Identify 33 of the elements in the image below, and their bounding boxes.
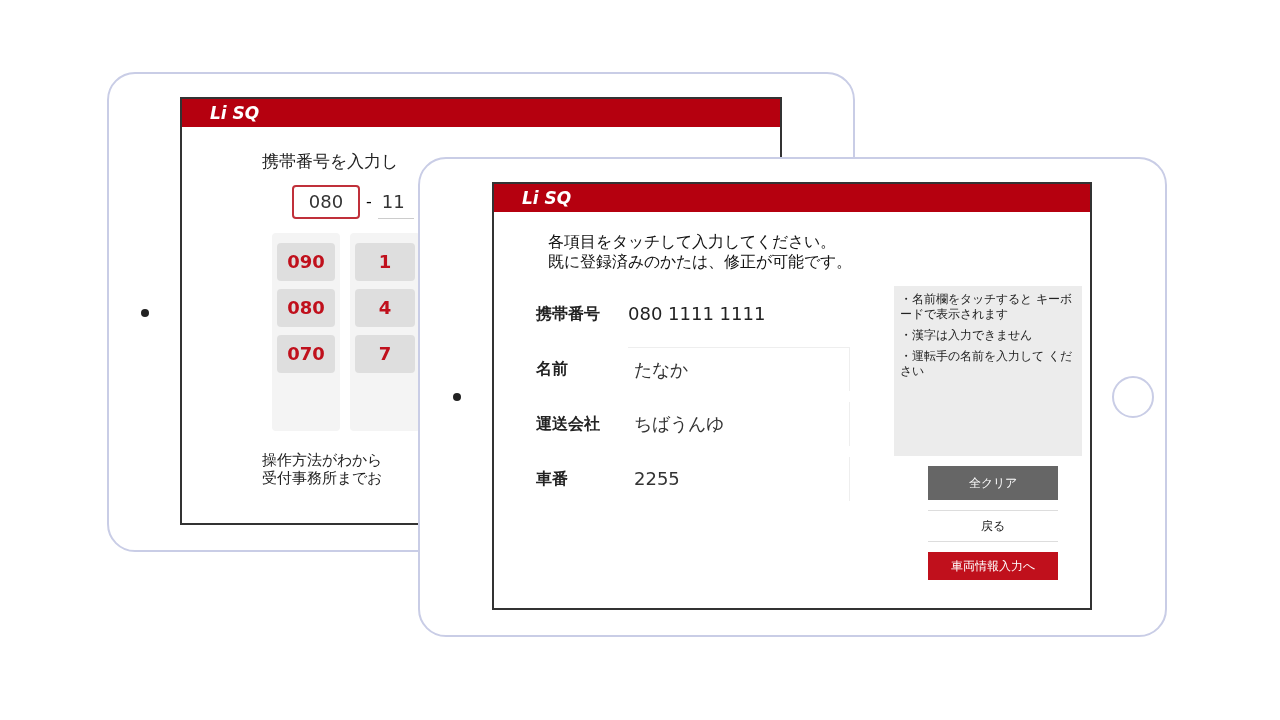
digit-key[interactable]: 4 [355,288,415,327]
separator: - [366,190,372,213]
logo: Li SQ [522,189,572,207]
help-text: 操作方法がわから [262,450,382,469]
input-field[interactable]: 2255 [628,456,850,501]
input-field[interactable]: ちばうんゆ [628,401,850,446]
help-text: 受付事務所までお [262,468,382,487]
prompt-text: 携帯番号を入力し [262,151,398,171]
field-label: 車番 [536,467,569,490]
prefix-key[interactable]: 090 [277,242,335,281]
note-text: ・漢字は入力できません [900,328,1033,343]
prefix-key[interactable]: 070 [277,334,335,373]
digit-key[interactable]: 7 [355,334,415,373]
field-label: 運送会社 [536,412,601,435]
next-button[interactable]: 車両情報入力へ [928,552,1058,580]
note-text: ・名前欄をタッチすると キーボードで表示されます [900,292,1073,322]
home-button[interactable] [1112,376,1154,418]
camera-icon [453,393,461,401]
phone-prefix-field[interactable]: 080 [292,184,360,219]
prefix-key[interactable]: 080 [277,288,335,327]
camera-icon [141,309,149,317]
phone-middle-field[interactable]: 11 [377,184,414,219]
instruction-text: 既に登録済みのかたは、修正が可能です。 [548,252,853,272]
note-text: ・運転手の名前を入力して ください [900,349,1073,379]
field-label: 携帯番号 [536,302,601,325]
field-label: 名前 [536,357,569,380]
phone-number: 080 1111 1111 [628,302,766,326]
digit-key[interactable]: 1 [355,242,415,281]
input-field[interactable]: たなか [628,346,850,391]
logo: Li SQ [210,104,260,122]
clear-button[interactable]: 全クリア [928,466,1058,500]
instruction-text: 各項目をタッチして入力してください。 [548,232,837,252]
back-button[interactable]: 戻る [928,510,1058,542]
